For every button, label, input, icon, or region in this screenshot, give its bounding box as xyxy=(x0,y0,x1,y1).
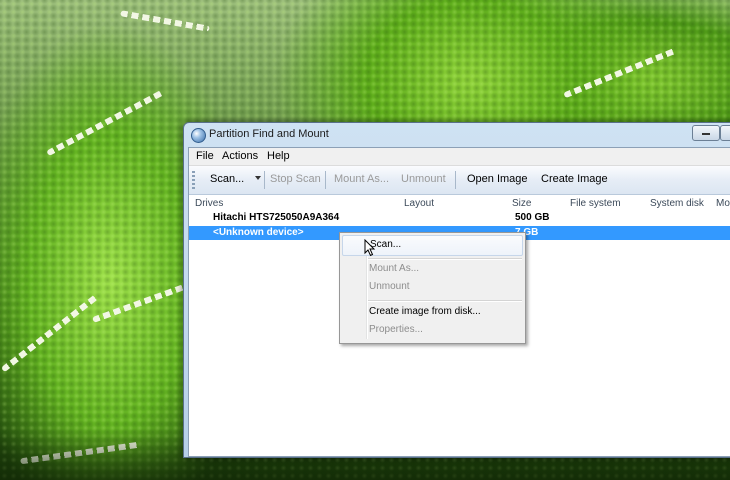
context-unmount[interactable]: Unmount xyxy=(342,278,521,297)
toolbar: Scan... Stop Scan Mount As... Unmount Op… xyxy=(189,166,730,195)
menu-actions[interactable]: Actions xyxy=(222,150,258,162)
context-mount-as[interactable]: Mount As... xyxy=(342,260,521,279)
minimize-icon xyxy=(702,127,710,135)
open-image-button[interactable]: Open Image xyxy=(467,173,528,185)
menu-file[interactable]: File xyxy=(196,150,214,162)
scan-button[interactable]: Scan... xyxy=(210,173,244,185)
context-item-label: Mount As... xyxy=(369,263,420,274)
toolbar-separator xyxy=(325,171,326,189)
drive-name: Hitachi HTS725050A9A364 xyxy=(213,212,340,223)
toolbar-separator xyxy=(264,171,265,189)
column-file-system[interactable]: File system xyxy=(570,198,621,209)
menu-bar: File Actions Help xyxy=(189,148,730,166)
column-drives[interactable]: Drives xyxy=(195,198,223,209)
context-separator xyxy=(368,300,522,302)
context-item-label: Properties... xyxy=(369,324,423,335)
stop-scan-button[interactable]: Stop Scan xyxy=(270,173,321,185)
context-item-label: Unmount xyxy=(369,281,410,292)
drive-size: 500 GB xyxy=(515,212,550,223)
drive-row[interactable]: Hitachi HTS725050A9A364 500 GB xyxy=(189,211,730,225)
create-image-button[interactable]: Create Image xyxy=(541,173,608,185)
mouse-pointer-icon xyxy=(364,239,376,257)
mount-as-button[interactable]: Mount As... xyxy=(334,173,389,185)
drive-name: <Unknown device> xyxy=(213,227,304,238)
context-item-label: Create image from disk... xyxy=(369,306,481,317)
column-size[interactable]: Size xyxy=(512,198,531,209)
context-properties[interactable]: Properties... xyxy=(342,321,521,340)
context-create-image[interactable]: Create image from disk... xyxy=(342,303,521,322)
list-header: Drives Layout Size File system System di… xyxy=(189,196,730,210)
column-system-disk[interactable]: System disk xyxy=(650,198,704,209)
menu-help[interactable]: Help xyxy=(267,150,290,162)
toolbar-separator xyxy=(455,171,456,189)
toolbar-grip[interactable] xyxy=(192,171,195,189)
window-title: Partition Find and Mount xyxy=(209,128,329,140)
unmount-button[interactable]: Unmount xyxy=(401,173,446,185)
scan-dropdown-icon[interactable] xyxy=(255,176,261,180)
app-icon xyxy=(191,128,206,143)
maximize-button[interactable] xyxy=(720,125,730,141)
column-layout[interactable]: Layout xyxy=(404,198,434,209)
minimize-button[interactable] xyxy=(692,125,720,141)
column-mount[interactable]: Mo xyxy=(716,198,730,209)
title-bar[interactable]: Partition Find and Mount xyxy=(184,123,730,147)
